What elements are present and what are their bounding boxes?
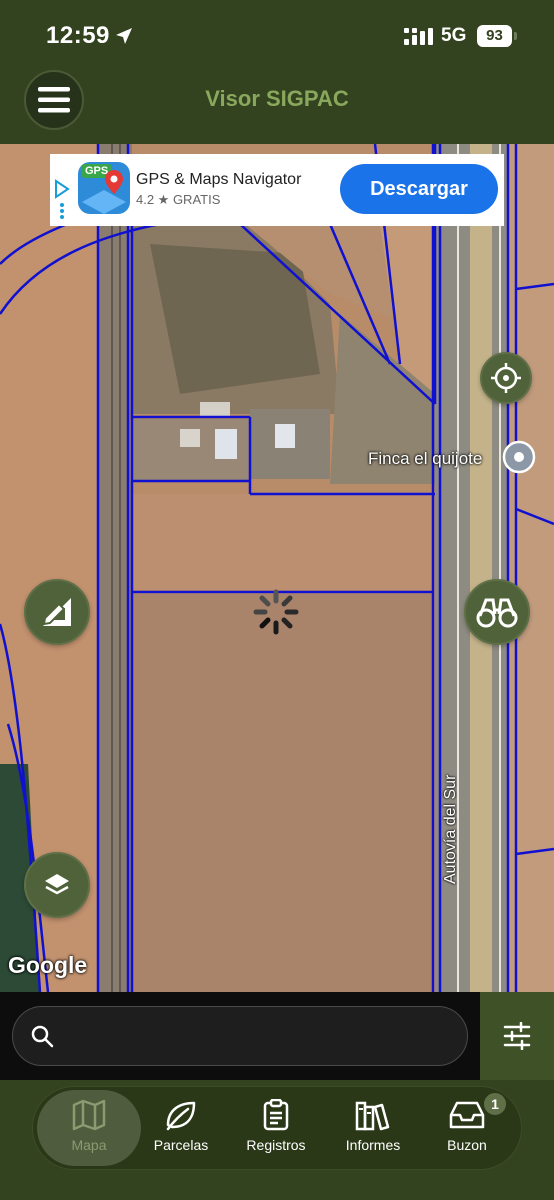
tab-label: Parcelas: [153, 1137, 209, 1153]
battery-level: 93: [477, 25, 512, 47]
explore-button[interactable]: [464, 579, 530, 645]
tab-mapa[interactable]: Mapa: [37, 1090, 141, 1166]
tab-label: Mapa: [71, 1137, 107, 1153]
map-icon: [72, 1099, 106, 1131]
layers-button[interactable]: [24, 852, 90, 918]
tab-informes[interactable]: Informes: [323, 1087, 423, 1171]
app-icon[interactable]: GPS: [78, 162, 130, 214]
tab-parcelas[interactable]: Parcelas: [131, 1087, 231, 1171]
status-time: 12:59: [46, 22, 110, 49]
bottom-navigation: Mapa Parcelas Registros Informes Buzon 1: [0, 1080, 554, 1200]
road-label: Autovía del Sur: [442, 774, 459, 884]
status-bar: 12:59 5G 93: [0, 0, 554, 70]
tab-label: Registros: [246, 1137, 306, 1153]
ruler-pencil-icon: [42, 598, 71, 626]
search-icon: [31, 1025, 54, 1048]
clipboard-icon: [263, 1099, 289, 1131]
search-bar: [0, 992, 554, 1080]
signal-icon: [404, 28, 433, 45]
leaf-icon: [166, 1101, 196, 1131]
crosshair-icon: [491, 363, 521, 393]
map-pin-icon: [82, 170, 126, 214]
location-arrow-icon: [116, 28, 132, 44]
binoculars-icon: [476, 598, 518, 628]
inbox-icon: [449, 1101, 485, 1129]
map-view[interactable]: GPS GPS & Maps Navigator 4.2 ★ GRATIS De…: [0, 144, 554, 992]
tab-label: Buzon: [447, 1137, 487, 1153]
books-icon: [355, 1101, 390, 1131]
app-header: Visor SIGPAC: [0, 70, 554, 144]
adchoices-icon[interactable]: [53, 179, 71, 219]
notification-badge: 1: [482, 1091, 508, 1117]
battery-tip: [514, 32, 517, 40]
ad-rating: 4.2 ★ GRATIS: [136, 192, 221, 207]
download-button[interactable]: Descargar: [340, 164, 498, 214]
page-title: Visor SIGPAC: [205, 86, 349, 111]
ad-banner[interactable]: GPS GPS & Maps Navigator 4.2 ★ GRATIS De…: [50, 154, 504, 226]
place-pin-icon[interactable]: [502, 440, 536, 474]
search-input[interactable]: [12, 1006, 468, 1066]
filter-button[interactable]: [480, 992, 554, 1080]
network-type: 5G: [441, 25, 467, 46]
layers-icon: [45, 874, 69, 895]
place-label[interactable]: Finca el quijote: [368, 449, 482, 469]
google-attribution: Google: [8, 952, 88, 978]
loading-spinner-icon: [253, 589, 299, 635]
locate-button[interactable]: [480, 352, 532, 404]
tab-label: Informes: [345, 1137, 401, 1153]
tab-bar: Mapa Parcelas Registros Informes Buzon: [32, 1086, 522, 1170]
tab-registros[interactable]: Registros: [226, 1087, 326, 1171]
ad-app-name: GPS & Maps Navigator: [136, 171, 302, 188]
sliders-icon: [503, 1022, 531, 1050]
measure-button[interactable]: [24, 579, 90, 645]
